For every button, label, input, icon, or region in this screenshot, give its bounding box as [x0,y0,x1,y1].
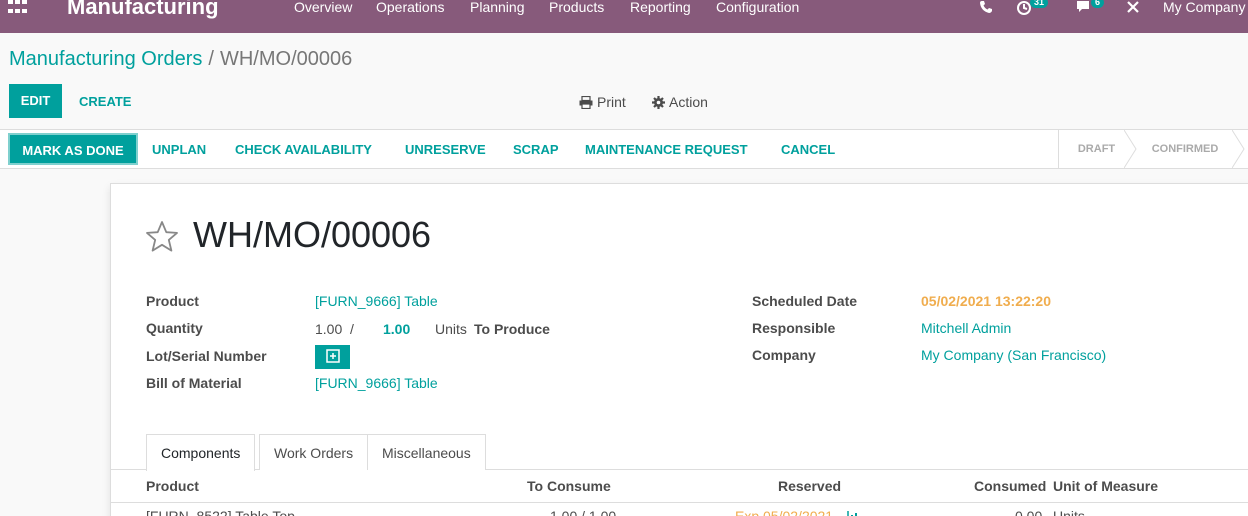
top-navbar: Manufacturing Overview Operations Planni… [0,0,1248,33]
col-uom-header[interactable]: Unit of Measure [1053,478,1158,494]
add-lot-button[interactable] [315,345,350,369]
breadcrumb-parent[interactable]: Manufacturing Orders [9,48,202,70]
unreserve-button[interactable]: UNRESERVE [405,142,486,157]
lot-serial-label: Lot/Serial Number [146,348,267,364]
breadcrumb-separator: / [208,48,214,70]
tab-work-orders[interactable]: Work Orders [259,434,369,470]
check-availability-button[interactable]: CHECK AVAILABILITY [235,142,372,157]
breadcrumb-current: WH/MO/00006 [219,48,353,70]
cancel-button[interactable]: CANCEL [781,142,835,157]
stage-confirmed[interactable]: CONFIRMED [1136,130,1234,168]
menu-operations[interactable]: Operations [376,0,444,15]
menu-planning[interactable]: Planning [470,0,525,15]
print-button[interactable]: Print [579,94,626,110]
status-bar: MARK AS DONE UNPLAN CHECK AVAILABILITY U… [0,129,1248,169]
row-reserved[interactable]: Exp 05/02/2021 [735,508,833,516]
col-reserved-header[interactable]: Reserved [778,478,841,494]
scheduled-date-label: Scheduled Date [752,293,858,309]
menu-configuration[interactable]: Configuration [716,0,799,15]
debug-tools-icon[interactable] [1126,0,1140,14]
maintenance-request-button[interactable]: MAINTENANCE REQUEST [585,142,748,157]
record-title: WH/MO/00006 [193,214,432,255]
product-field[interactable]: [FURN_9666] Table [315,293,438,309]
menu-products[interactable]: Products [549,0,604,15]
apps-menu-icon[interactable] [8,0,30,16]
responsible-label: Responsible [752,320,836,336]
tab-miscellaneous[interactable]: Miscellaneous [367,434,486,470]
qty-to-produce-field[interactable]: 1.00 [383,321,410,337]
row-product[interactable]: [FURN_8522] Table Top [146,508,295,516]
qty-to-produce-label: To Produce [474,321,550,337]
phone-icon[interactable] [979,0,993,14]
table-header-divider [110,502,1248,503]
message-count-badge: 6 [1091,0,1105,8]
activity-count-badge: 31 [1030,0,1049,8]
qty-produced: 1.00 [315,321,343,337]
action-label: Action [669,94,708,110]
create-button[interactable]: CREATE [79,94,131,109]
stage-draft[interactable]: DRAFT [1058,130,1134,168]
gear-icon [652,96,665,109]
print-label: Print [597,94,626,110]
mark-as-done-button[interactable]: MARK AS DONE [8,133,138,165]
scheduled-date-field[interactable]: 05/02/2021 13:22:20 [921,293,1051,309]
edit-button[interactable]: EDIT [9,84,62,118]
app-name[interactable]: Manufacturing [67,0,219,20]
menu-reporting[interactable]: Reporting [630,0,691,15]
col-consumed-header[interactable]: Consumed [974,478,1046,494]
menu-overview[interactable]: Overview [294,0,352,15]
product-label: Product [146,293,199,309]
stage-separator [1232,130,1245,168]
col-to-consume-header[interactable]: To Consume [527,478,611,494]
qty-uom[interactable]: Units [435,321,467,337]
favorite-star-icon[interactable] [145,220,179,254]
qty-separator: / [350,321,354,337]
forecast-chart-icon[interactable] [847,510,863,516]
row-consumed[interactable]: 0.00 [1015,508,1042,516]
breadcrumb: Manufacturing Orders / WH/MO/00006 [9,48,352,71]
company-field[interactable]: My Company (San Francisco) [921,347,1106,363]
print-icon [579,96,593,109]
company-label: Company [752,347,816,363]
plus-square-icon [325,349,340,363]
bom-field[interactable]: [FURN_9666] Table [315,375,438,391]
row-to-consume[interactable]: 1.00 / 1.00 [550,508,616,516]
tab-components[interactable]: Components [146,434,256,471]
action-button[interactable]: Action [652,94,708,110]
col-product-header[interactable]: Product [146,478,199,494]
scrap-button[interactable]: SCRAP [513,142,559,157]
company-switcher[interactable]: My Company [1163,0,1245,15]
responsible-field[interactable]: Mitchell Admin [921,320,1011,336]
unplan-button[interactable]: UNPLAN [152,142,206,157]
bom-label: Bill of Material [146,375,242,391]
row-uom: Units [1053,508,1085,516]
quantity-label: Quantity [146,320,203,336]
